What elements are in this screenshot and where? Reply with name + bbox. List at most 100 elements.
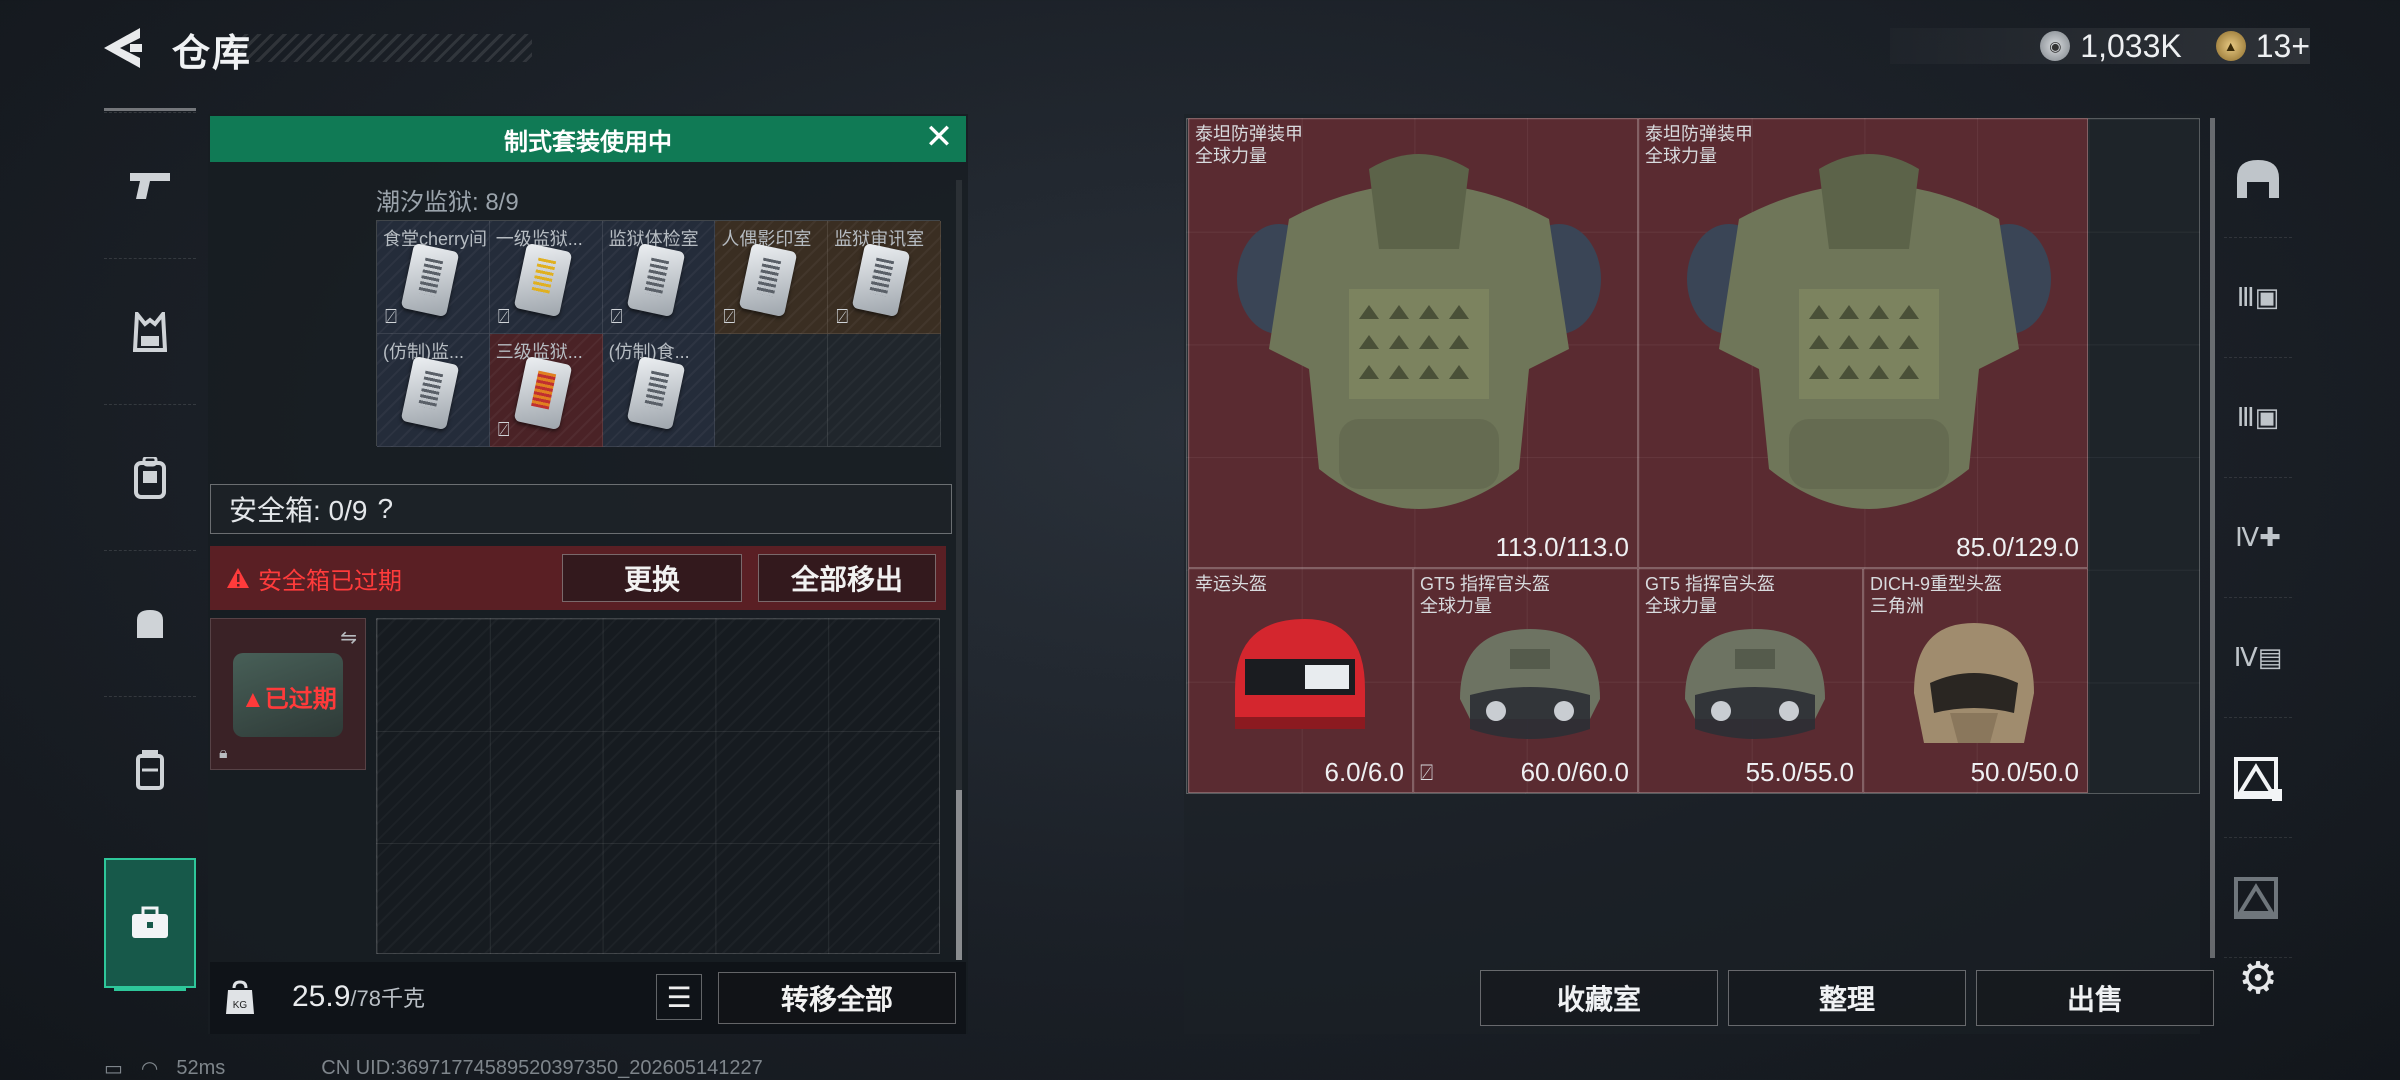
stash-tab-6[interactable] (2224, 718, 2292, 838)
stash-tab-2[interactable]: Ⅲ▣ (2224, 238, 2292, 358)
pistol-icon (130, 172, 170, 199)
silver-coin-icon: ◉ (2040, 31, 2071, 61)
tier4-folder-icon: Ⅳ▤ (2233, 642, 2283, 672)
stash-item-helmet[interactable]: GT5 指挥官头盔 全球力量 ⍁ 60.0/60.0 (1413, 568, 1638, 793)
rail-container-tab[interactable] (104, 696, 196, 842)
container-item[interactable]: 三级监狱... ⍁ (489, 334, 603, 447)
container-item[interactable]: 监狱体检室 ⍁ (602, 221, 716, 334)
empty-slot[interactable] (828, 334, 941, 447)
warning-icon (227, 568, 249, 588)
rail-active-indicator (114, 986, 186, 991)
keycard-icon (400, 242, 460, 318)
keycard-icon (626, 242, 685, 318)
gold-currency-value[interactable]: 13+ (2256, 28, 2310, 65)
keycard-icon (851, 242, 911, 318)
rail-backpack-tab[interactable] (104, 404, 196, 550)
uid-text: CN UID:36971774589520397350_202605141227 (321, 1057, 763, 1079)
pouch-icon (137, 609, 163, 638)
tactical-helmet-icon (1685, 629, 1825, 739)
container-grid: 食堂cherry间 ⍁ 一级监狱... ⍁ 监狱体检室 ⍁ 人偶影印室 ⍁ 监狱… (376, 220, 941, 447)
rail-case-tab[interactable] (104, 858, 196, 988)
back-arrow-icon (104, 28, 142, 68)
container-title: 潮汐监狱: 8/9 (376, 189, 519, 216)
tier3-bag-2-icon: Ⅲ▣ (2236, 402, 2280, 432)
move-all-out-button[interactable]: 全部移出 (758, 554, 936, 602)
silver-currency-value: 1,033K (2080, 27, 2182, 64)
svg-text:KG: KG (233, 1000, 248, 1011)
stash-item-helmet[interactable]: GT5 指挥官头盔 全球力量 55.0/55.0 (1638, 568, 1863, 793)
weight-icon: KG (216, 972, 264, 1024)
no-trade-icon: ⍁ (497, 306, 510, 328)
status-bar: ▭ ◠ 52ms CN UID:36971774589520397350_202… (104, 1056, 763, 1080)
stash-tab-3[interactable]: Ⅲ▣ (2224, 358, 2292, 478)
safebox-slot[interactable]: ⇋ ▲已过期 🔒︎ (210, 618, 366, 770)
close-icon[interactable]: ✕ (922, 120, 956, 156)
expired-badge: ▲已过期 (241, 686, 337, 713)
list-view-button[interactable]: ☰ (656, 974, 702, 1020)
weight-value: 25.9 (292, 980, 351, 1013)
stash-item-helmet[interactable]: 幸运头盔 6.0/6.0 (1188, 568, 1413, 793)
settings-button[interactable]: ⚙ (2224, 918, 2292, 1038)
durability: 60.0/60.0 (1520, 757, 1629, 787)
rail-vest-tab[interactable] (104, 258, 196, 404)
container-icon (136, 749, 164, 790)
weight-max: /78千克 (350, 986, 425, 1011)
red-helmet-icon (1235, 619, 1365, 729)
stash-item-armor[interactable]: 泰坦防弹装甲 全球力量 113.0/113.0 (1188, 118, 1638, 568)
stash-tab-rail: Ⅲ▣ Ⅲ▣ Ⅳ✚ Ⅳ▤ ⚙ (2224, 118, 2292, 1018)
safebox-header: 安全箱: 0/9 ? (210, 484, 952, 534)
tier4-medkit-icon: Ⅳ✚ (2235, 522, 2281, 552)
transfer-all-button[interactable]: 转移全部 (718, 972, 956, 1024)
container-item[interactable]: 人偶影印室 ⍁ (715, 221, 829, 334)
back-button[interactable] (100, 24, 146, 72)
no-trade-icon: ⍁ (1420, 760, 1434, 785)
stash-item-armor[interactable]: 泰坦防弹装甲 全球力量 85.0/129.0 (1638, 118, 2088, 568)
stash-tab-5[interactable]: Ⅳ▤ (2224, 598, 2292, 718)
stash-scrollbar[interactable] (2210, 118, 2215, 958)
backpack-icon (134, 456, 166, 499)
tactical-helmet-icon (1460, 629, 1600, 739)
currency-bar: ◉ 1,033K ▲ 13+ (1890, 28, 2310, 64)
heavy-helmet-icon (1914, 623, 2034, 743)
swap-icon: ⇋ (340, 627, 357, 649)
safebox-label: 安全箱: 0/9 (229, 495, 368, 526)
rail-weapon-tab[interactable] (104, 112, 196, 258)
wifi-icon: ◠ (140, 1058, 159, 1080)
durability: 50.0/50.0 (1970, 757, 2079, 787)
stash-dim-icon (2234, 876, 2278, 919)
stash-tab-1[interactable] (2224, 118, 2292, 238)
list-icon: ☰ (666, 981, 692, 1013)
weight-readout: 25.9/78千克 (292, 980, 425, 1014)
chest-rig-icon (133, 311, 167, 352)
replace-button[interactable]: 更换 (562, 554, 742, 602)
empty-slot[interactable] (715, 334, 829, 447)
container-item[interactable]: (仿制)监... (377, 334, 490, 447)
rail-pouch-tab[interactable] (104, 550, 196, 696)
no-trade-icon: ⍁ (610, 306, 623, 328)
container-item[interactable]: (仿制)食... (602, 334, 716, 447)
body-armor-icon (1237, 154, 1601, 509)
collection-room-button[interactable]: 收藏室 (1480, 970, 1718, 1026)
briefcase-icon (132, 906, 168, 938)
durability: 85.0/129.0 (1956, 532, 2079, 562)
help-icon[interactable]: ? (377, 493, 393, 525)
banner-text: 制式套装使用中 (504, 128, 672, 156)
container-item[interactable]: 监狱审讯室 ⍁ (828, 221, 941, 334)
no-trade-icon: ⍁ (385, 306, 397, 328)
ping-value: 52ms (176, 1057, 226, 1079)
item-name: 幸运头盔 (1195, 574, 1267, 594)
keycard-icon (513, 355, 573, 431)
stash-selected-icon (2234, 756, 2282, 801)
stash-item-helmet[interactable]: DICH-9重型头盔 三角洲 50.0/50.0 (1863, 568, 2088, 793)
item-name: GT5 指挥官头盔 (1420, 574, 1551, 594)
sell-button[interactable]: 出售 (1976, 970, 2214, 1026)
gear-icon: ⚙ (2238, 953, 2278, 1003)
container-item[interactable]: 食堂cherry间 ⍁ (377, 221, 490, 334)
no-trade-icon: ⍁ (836, 306, 849, 328)
title-decoration (232, 34, 532, 62)
organize-button[interactable]: 整理 (1728, 970, 1966, 1026)
container-item[interactable]: 一级监狱... ⍁ (489, 221, 603, 334)
stash-tab-4[interactable]: Ⅳ✚ (2224, 478, 2292, 598)
no-trade-icon: ⍁ (497, 419, 510, 441)
loadout-scroll-thumb[interactable] (956, 790, 962, 960)
